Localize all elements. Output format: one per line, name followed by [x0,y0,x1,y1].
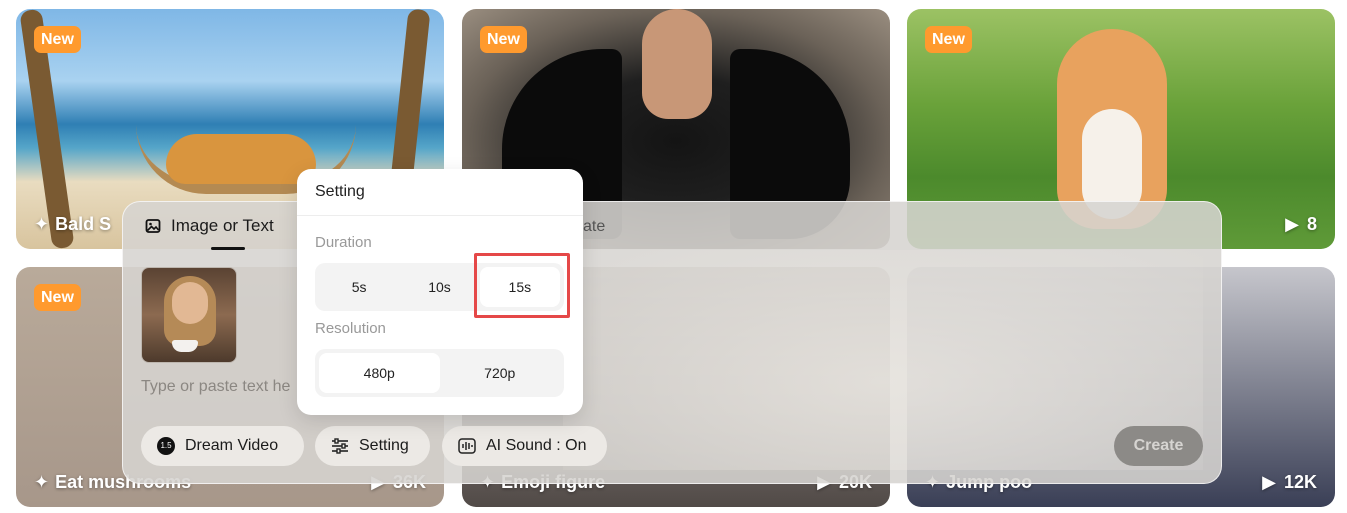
duration-option-5s[interactable]: 5s [319,267,399,307]
composer-panel: Image or Text ate Type or paste text he … [122,201,1222,484]
play-count: ▶ 8 [1285,214,1317,235]
sparkle-icon: ✦ [34,214,50,234]
duration-label: Duration [315,234,372,251]
create-button[interactable]: Create [1114,426,1203,466]
sound-wave-icon [458,438,476,454]
ai-sound-toggle[interactable]: AI Sound : On [442,426,607,466]
setting-popover: Setting Duration 5s 10s 15s Resolution 4… [297,169,583,415]
setting-button[interactable]: Setting [315,426,430,466]
model-label: Dream Video [185,437,279,454]
image-icon [145,219,161,233]
resolution-option-720p[interactable]: 720p [440,353,561,393]
duration-option-10s[interactable]: 10s [399,267,479,307]
sliders-icon [332,438,348,454]
play-count-text: 8 [1306,214,1317,234]
card-title-text: Bald S [55,214,112,234]
tab-image-label: Image or Text [171,216,274,235]
popover-title: Setting [297,169,583,216]
resolution-selector: 480p 720p [315,349,564,397]
prompt-input[interactable]: Type or paste text he [141,378,321,396]
play-count: ▶ 12K [1262,472,1317,493]
model-select-button[interactable]: 1.5 Dream Video [141,426,304,466]
card-title: ✦ Bald S [34,214,111,235]
new-badge: New [925,26,972,53]
duration-selector: 5s 10s 15s [315,263,564,311]
duration-option-15s[interactable]: 15s [479,267,560,307]
thumbnail-cup [172,340,198,352]
preview-blur [563,250,1203,470]
uploaded-image-thumbnail[interactable] [141,267,237,363]
new-badge: New [34,26,81,53]
active-tab-indicator [211,247,245,250]
app-stage: New ✦ Bald S New New ▶ 8 New ✦ Eat mushr… [0,0,1347,513]
tab-image-or-text[interactable]: Image or Text [145,216,274,236]
new-badge: New [34,284,81,311]
play-icon: ▶ [1262,472,1276,492]
resolution-option-480p[interactable]: 480p [319,353,440,393]
resolution-label: Resolution [315,320,386,337]
setting-label: Setting [359,437,409,454]
thumbnail-face [172,282,208,324]
model-version-icon: 1.5 [157,437,175,455]
tab-template[interactable]: ate [583,218,605,236]
sparkle-icon: ✦ [34,472,50,492]
man-figure [642,9,712,119]
corgi-figure [166,134,316,184]
new-badge: New [480,26,527,53]
play-icon: ▶ [1285,214,1299,234]
ai-sound-label: AI Sound : On [486,437,587,454]
play-count-text: 12K [1283,472,1317,492]
